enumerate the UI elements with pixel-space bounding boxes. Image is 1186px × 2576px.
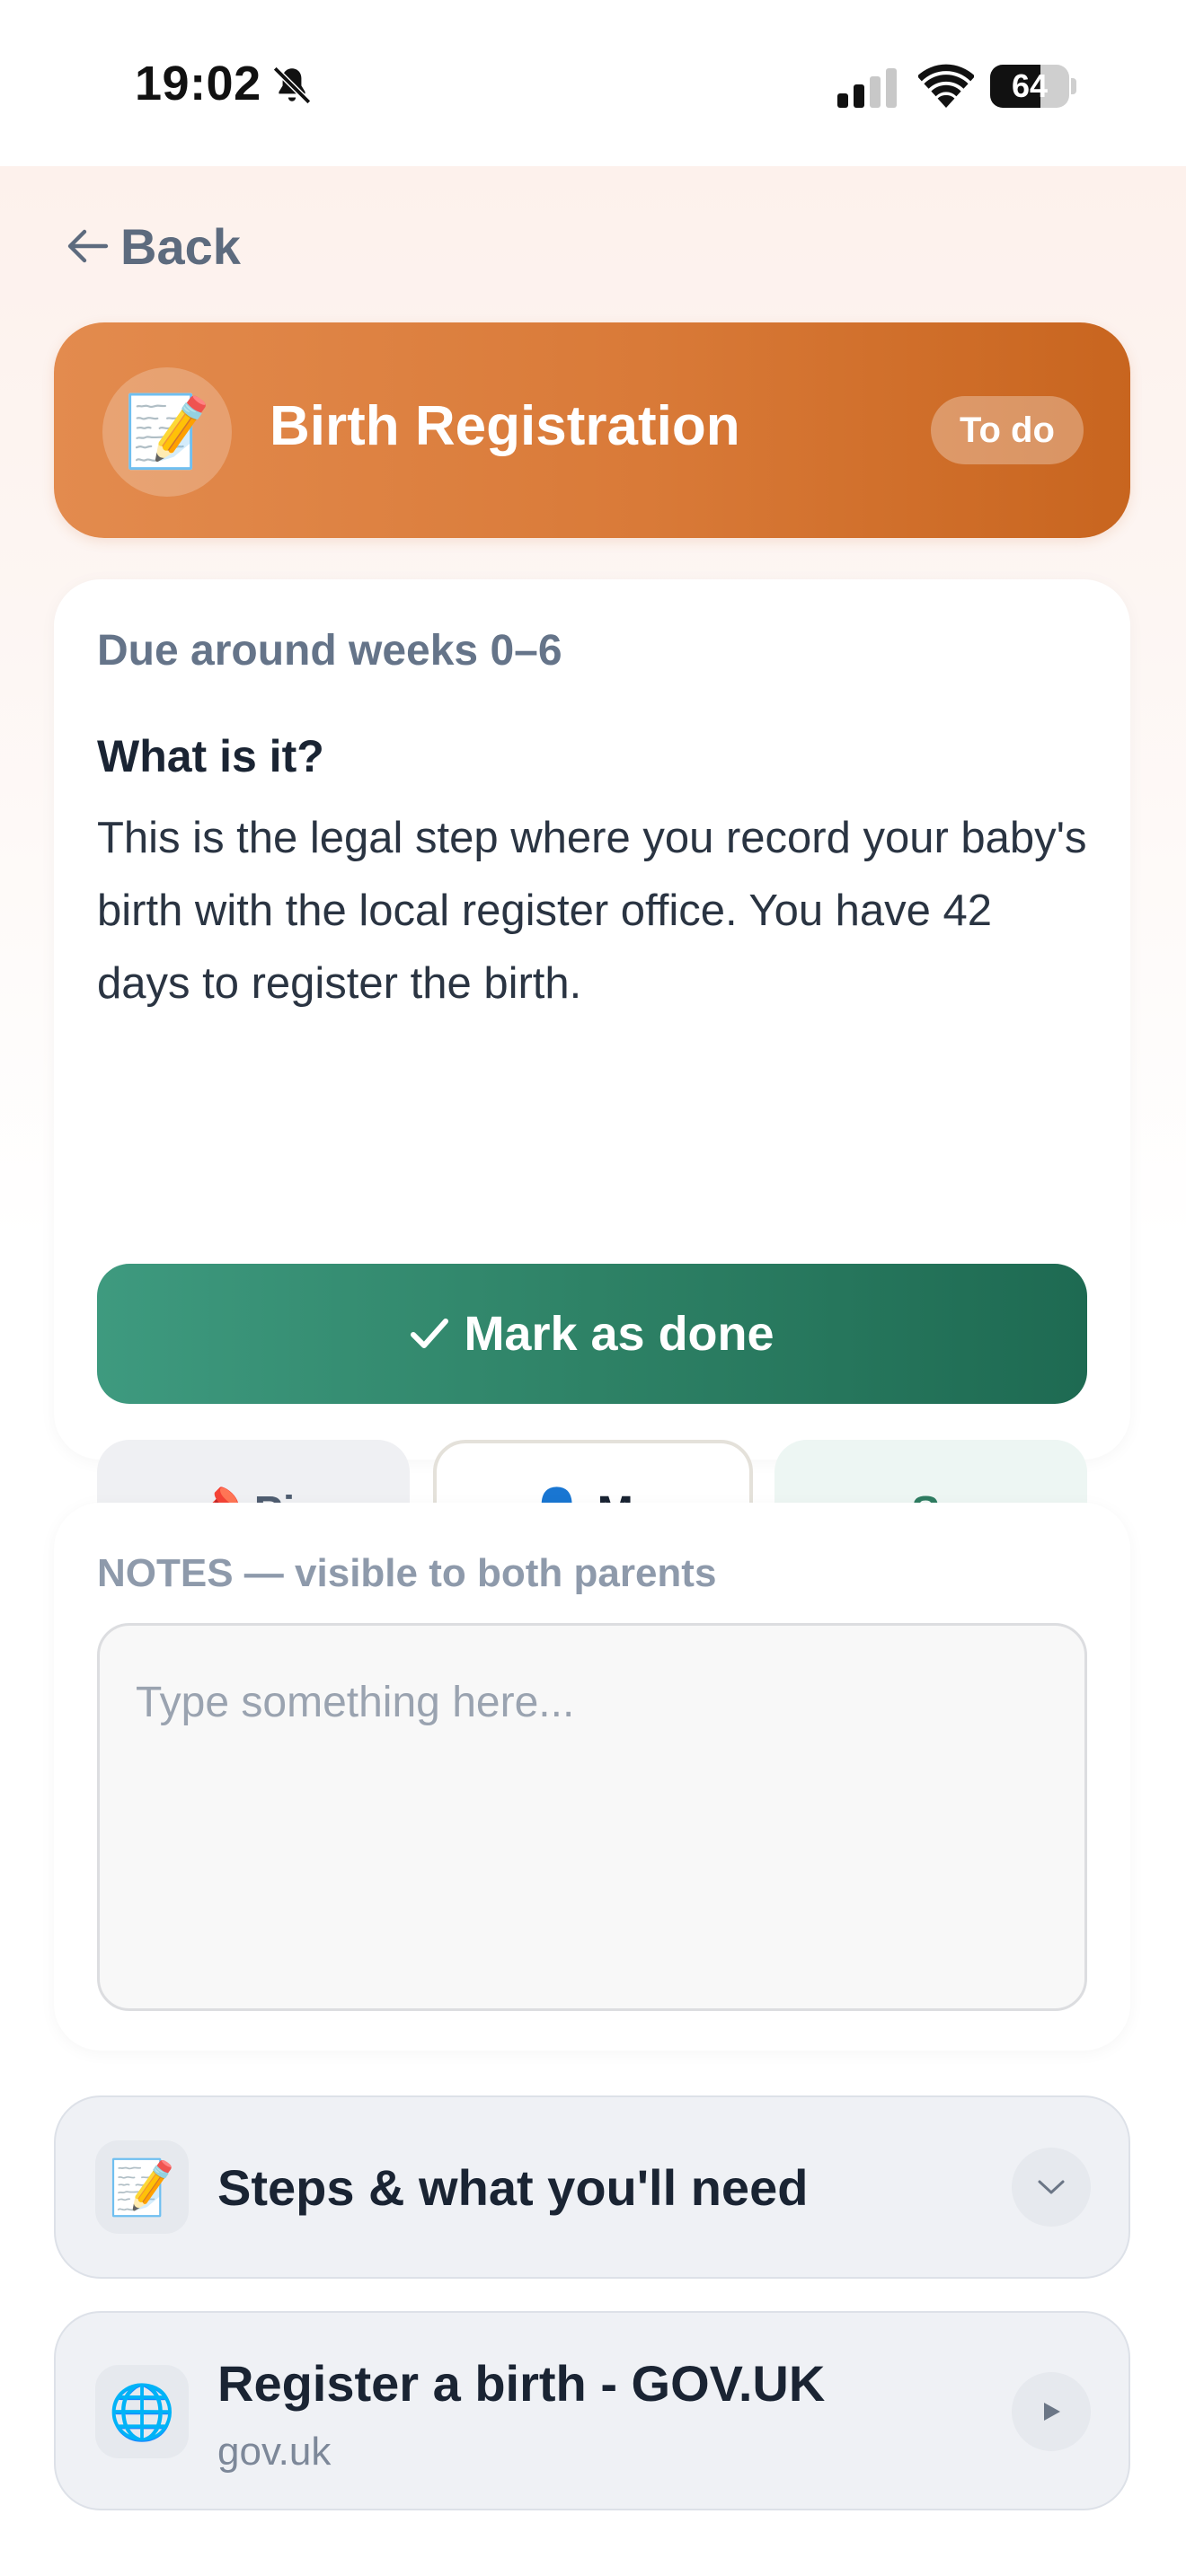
what-is-it-heading: What is it? bbox=[97, 731, 324, 781]
steps-accordion[interactable]: 📝 Steps & what you'll need bbox=[54, 2095, 1130, 2279]
task-description: This is the legal step where you record … bbox=[97, 814, 1087, 1008]
bell-slash-icon bbox=[272, 66, 312, 105]
arrow-left-icon bbox=[67, 229, 109, 263]
wifi-icon bbox=[918, 64, 974, 108]
memo-icon: 📝 bbox=[95, 2140, 189, 2234]
play-icon bbox=[1012, 2372, 1091, 2451]
notes-input[interactable] bbox=[97, 1623, 1087, 2011]
govuk-link[interactable]: 🌐 Register a birth - GOV.UK gov.uk bbox=[54, 2311, 1130, 2510]
status-bar: 19:02 64 bbox=[0, 0, 1186, 166]
task-detail-screen: Back 📝 Birth Registration To do Due arou… bbox=[0, 166, 1186, 2576]
steps-title: Steps & what you'll need bbox=[217, 2159, 809, 2216]
notes-card: NOTES — visible to both parents bbox=[54, 1503, 1130, 2051]
chevron-down-icon bbox=[1012, 2148, 1091, 2227]
globe-icon: 🌐 bbox=[95, 2365, 189, 2458]
task-title: Birth Registration bbox=[270, 395, 740, 457]
battery-indicator: 64 bbox=[990, 65, 1076, 108]
mark-as-done-label: Mark as done bbox=[464, 1307, 774, 1361]
back-button[interactable]: Back bbox=[66, 215, 241, 278]
cellular-signal-icon bbox=[837, 68, 897, 108]
task-header: 📝 Birth Registration To do bbox=[54, 322, 1130, 538]
memo-icon: 📝 bbox=[102, 367, 232, 497]
link-title: Register a birth - GOV.UK bbox=[217, 2355, 826, 2412]
mark-as-done-button[interactable]: Mark as done bbox=[97, 1264, 1087, 1404]
due-window: Due around weeks 0–6 bbox=[97, 627, 562, 675]
status-badge: To do bbox=[931, 396, 1084, 464]
task-info-card: Due around weeks 0–6 What is it? This is… bbox=[54, 579, 1130, 1584]
link-domain: gov.uk bbox=[217, 2430, 332, 2474]
battery-percent: 64 bbox=[1011, 67, 1049, 104]
notes-label: NOTES — visible to both parents bbox=[97, 1551, 717, 1595]
status-time: 19:02 bbox=[135, 57, 261, 110]
back-label: Back bbox=[120, 217, 241, 275]
checkmark-icon bbox=[411, 1319, 449, 1348]
